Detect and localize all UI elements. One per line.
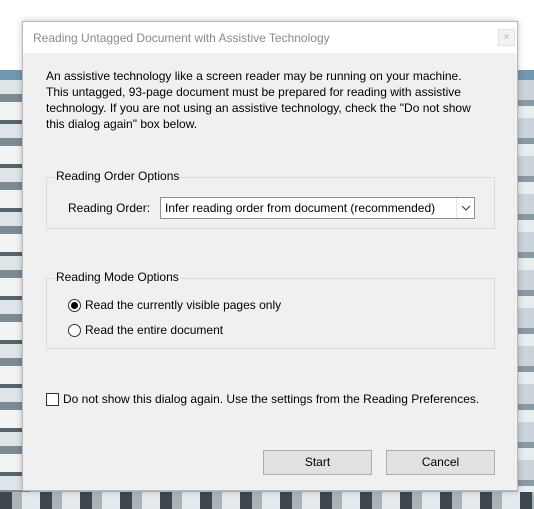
background-building-bottom	[0, 492, 534, 509]
background-building-right	[518, 80, 534, 509]
dont-show-again-label: Do not show this dialog again. Use the s…	[63, 392, 480, 406]
close-button[interactable]: ×	[498, 29, 515, 46]
intro-message: An assistive technology like a screen re…	[46, 69, 471, 131]
chevron-down-icon[interactable]	[456, 198, 474, 218]
radio-button-checked[interactable]	[68, 299, 81, 312]
radio-entire-document-label: Read the entire document	[85, 323, 224, 337]
reading-order-selected-value: Infer reading order from document (recom…	[165, 201, 436, 215]
close-icon: ×	[503, 32, 510, 43]
cancel-button[interactable]: Cancel	[386, 450, 495, 475]
reading-order-group-label: Reading Order Options	[55, 169, 181, 183]
dialog-titlebar: Reading Untagged Document with Assistive…	[23, 22, 517, 53]
reading-order-label: Reading Order:	[68, 201, 151, 215]
reading-mode-group-label: Reading Mode Options	[55, 270, 180, 284]
radio-button-unchecked[interactable]	[68, 324, 81, 337]
assistive-technology-dialog: Reading Untagged Document with Assistive…	[22, 21, 518, 491]
reading-order-dropdown[interactable]: Infer reading order from document (recom…	[160, 197, 475, 219]
dont-show-again-checkbox[interactable]	[46, 393, 59, 406]
start-button[interactable]: Start	[263, 450, 372, 475]
dialog-title: Reading Untagged Document with Assistive…	[33, 31, 330, 45]
reading-mode-group: Reading Mode Options	[46, 270, 495, 349]
radio-visible-pages-label: Read the currently visible pages only	[85, 298, 282, 312]
